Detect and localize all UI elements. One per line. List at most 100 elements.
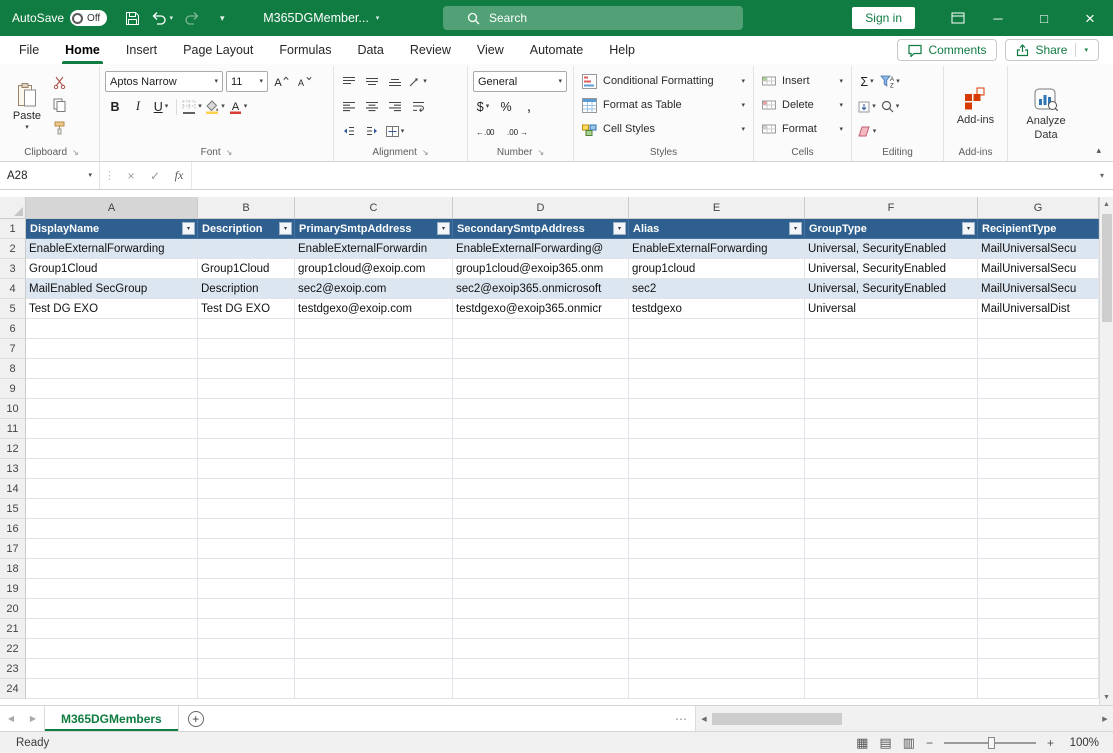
cell-E5[interactable]: testdgexo <box>629 299 805 319</box>
cell-C15[interactable] <box>295 499 453 519</box>
sign-in-button[interactable]: Sign in <box>852 7 915 29</box>
chevron-down-icon[interactable]: ▾ <box>1084 47 1088 54</box>
decrease-indent-button[interactable] <box>339 122 359 142</box>
increase-indent-button[interactable] <box>362 122 382 142</box>
number-format-select[interactable]: General ▾ <box>473 71 567 92</box>
cell-C12[interactable] <box>295 439 453 459</box>
cell-E14[interactable] <box>629 479 805 499</box>
document-title[interactable]: M365DGMember... ▾ <box>263 11 379 25</box>
row-header-5[interactable]: 5 <box>0 299 26 319</box>
cell-G7[interactable] <box>978 339 1099 359</box>
cell-F19[interactable] <box>805 579 978 599</box>
cell-B20[interactable] <box>198 599 295 619</box>
cell-C13[interactable] <box>295 459 453 479</box>
scroll-left-icon[interactable]: ◀ <box>696 706 712 731</box>
cell-B5[interactable]: Test DG EXO <box>198 299 295 319</box>
horizontal-scrollbar-track[interactable] <box>712 706 1097 731</box>
cell-D3[interactable]: group1cloud@exoip365.onm <box>453 259 629 279</box>
cell-E4[interactable]: sec2 <box>629 279 805 299</box>
cell-B19[interactable] <box>198 579 295 599</box>
cell-F9[interactable] <box>805 379 978 399</box>
cell-F2[interactable]: Universal, SecurityEnabled <box>805 239 978 259</box>
cell-E15[interactable] <box>629 499 805 519</box>
cell-D13[interactable] <box>453 459 629 479</box>
insert-cells-button[interactable]: Insert ▾ <box>759 69 846 93</box>
row-header-17[interactable]: 17 <box>0 539 26 559</box>
cell-F11[interactable] <box>805 419 978 439</box>
cell-B8[interactable] <box>198 359 295 379</box>
percent-style-button[interactable]: % <box>496 97 516 117</box>
row-header-6[interactable]: 6 <box>0 319 26 339</box>
horizontal-scrollbar-thumb[interactable] <box>712 713 842 725</box>
cell-A21[interactable] <box>26 619 198 639</box>
cell-F23[interactable] <box>805 659 978 679</box>
name-box[interactable]: A28 ▾ <box>0 162 100 189</box>
cell-E23[interactable] <box>629 659 805 679</box>
number-dialog-launcher-icon[interactable]: ↘ <box>537 148 544 157</box>
cell-D16[interactable] <box>453 519 629 539</box>
cell-styles-button[interactable]: Cell Styles ▾ <box>579 117 748 141</box>
cell-B14[interactable] <box>198 479 295 499</box>
cell-A23[interactable] <box>26 659 198 679</box>
cell-F10[interactable] <box>805 399 978 419</box>
cell-E13[interactable] <box>629 459 805 479</box>
cell-G3[interactable]: MailUniversalSecu <box>978 259 1099 279</box>
font-name-select[interactable]: Aptos Narrow ▾ <box>105 71 223 92</box>
cell-E8[interactable] <box>629 359 805 379</box>
row-header-10[interactable]: 10 <box>0 399 26 419</box>
format-painter-button[interactable] <box>49 118 69 138</box>
cell-D19[interactable] <box>453 579 629 599</box>
cell-C19[interactable] <box>295 579 453 599</box>
cell-A20[interactable] <box>26 599 198 619</box>
copy-button[interactable] <box>49 95 69 115</box>
cell-A7[interactable] <box>26 339 198 359</box>
cell-F6[interactable] <box>805 319 978 339</box>
cell-C5[interactable]: testdgexo@exoip.com <box>295 299 453 319</box>
row-header-22[interactable]: 22 <box>0 639 26 659</box>
row-header-9[interactable]: 9 <box>0 379 26 399</box>
row-header-13[interactable]: 13 <box>0 459 26 479</box>
cell-F13[interactable] <box>805 459 978 479</box>
align-top-button[interactable] <box>339 72 359 92</box>
cell-D9[interactable] <box>453 379 629 399</box>
column-header-G[interactable]: G <box>978 197 1099 219</box>
alignment-dialog-launcher-icon[interactable]: ↘ <box>422 148 429 157</box>
cell-F12[interactable] <box>805 439 978 459</box>
accounting-format-button[interactable]: $▾ <box>473 97 493 117</box>
cell-B23[interactable] <box>198 659 295 679</box>
cell-A3[interactable]: Group1Cloud <box>26 259 198 279</box>
cell-B13[interactable] <box>198 459 295 479</box>
zoom-slider-thumb[interactable] <box>988 737 995 749</box>
filter-button-Description[interactable]: ▾ <box>279 222 292 235</box>
cell-A5[interactable]: Test DG EXO <box>26 299 198 319</box>
cell-E6[interactable] <box>629 319 805 339</box>
borders-button[interactable]: ▾ <box>182 97 202 117</box>
cell-G6[interactable] <box>978 319 1099 339</box>
column-header-C[interactable]: C <box>295 197 453 219</box>
cell-F3[interactable]: Universal, SecurityEnabled <box>805 259 978 279</box>
cell-C21[interactable] <box>295 619 453 639</box>
autosave-toggle[interactable]: AutoSave Off <box>0 10 117 26</box>
italic-button[interactable]: I <box>128 97 148 117</box>
conditional-formatting-button[interactable]: Conditional Formatting ▾ <box>579 69 748 93</box>
cell-E21[interactable] <box>629 619 805 639</box>
cell-B10[interactable] <box>198 399 295 419</box>
cell-C23[interactable] <box>295 659 453 679</box>
cell-C10[interactable] <box>295 399 453 419</box>
cell-A15[interactable] <box>26 499 198 519</box>
fill-color-button[interactable]: ▾ <box>205 97 225 117</box>
cell-G10[interactable] <box>978 399 1099 419</box>
cell-B12[interactable] <box>198 439 295 459</box>
delete-cells-button[interactable]: Delete ▾ <box>759 93 846 117</box>
scroll-up-icon[interactable]: ▲ <box>1100 197 1113 212</box>
cell-C17[interactable] <box>295 539 453 559</box>
scroll-down-icon[interactable]: ▼ <box>1100 690 1113 705</box>
cell-E11[interactable] <box>629 419 805 439</box>
decrease-font-size-button[interactable]: A <box>294 72 314 92</box>
cell-G22[interactable] <box>978 639 1099 659</box>
cell-F21[interactable] <box>805 619 978 639</box>
cell-B7[interactable] <box>198 339 295 359</box>
undo-button[interactable]: ▾ <box>147 3 177 33</box>
comments-button[interactable]: Comments <box>897 39 997 61</box>
zoom-percentage[interactable]: 100% <box>1065 737 1099 749</box>
